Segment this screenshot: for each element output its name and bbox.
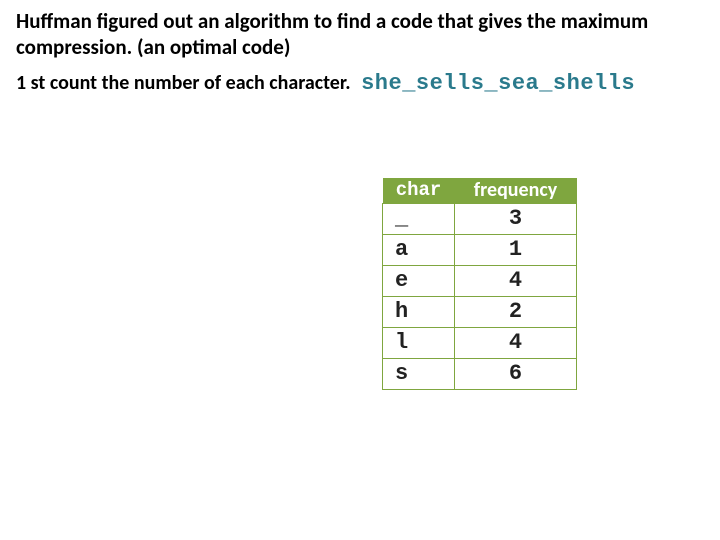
table-header-row: char frequency (383, 178, 577, 204)
table-row: h 2 (383, 297, 577, 328)
table-row: a 1 (383, 235, 577, 266)
cell-freq: 4 (455, 266, 577, 297)
col-header-freq: frequency (455, 178, 577, 204)
table-row: l 4 (383, 328, 577, 359)
table-row: e 4 (383, 266, 577, 297)
step-text: 1 st count the number of each character. (16, 71, 351, 95)
slide: Huffman figured out an algorithm to find… (0, 0, 720, 540)
slide-heading: Huffman figured out an algorithm to find… (16, 8, 656, 61)
frequency-table-wrap: char frequency _ 3 a 1 e 4 h (382, 178, 577, 390)
cell-freq: 4 (455, 328, 577, 359)
example-string: she_sells_sea_shells (361, 71, 635, 96)
table-row: _ 3 (383, 204, 577, 235)
frequency-table: char frequency _ 3 a 1 e 4 h (382, 178, 577, 390)
cell-char: e (383, 266, 455, 297)
col-header-char: char (383, 178, 455, 204)
cell-char: _ (383, 204, 455, 235)
cell-freq: 1 (455, 235, 577, 266)
cell-freq: 6 (455, 359, 577, 390)
cell-char: l (383, 328, 455, 359)
table-row: s 6 (383, 359, 577, 390)
cell-char: a (383, 235, 455, 266)
cell-char: h (383, 297, 455, 328)
cell-freq: 2 (455, 297, 577, 328)
cell-freq: 3 (455, 204, 577, 235)
cell-char: s (383, 359, 455, 390)
step-line: 1 st count the number of each character.… (16, 71, 704, 96)
